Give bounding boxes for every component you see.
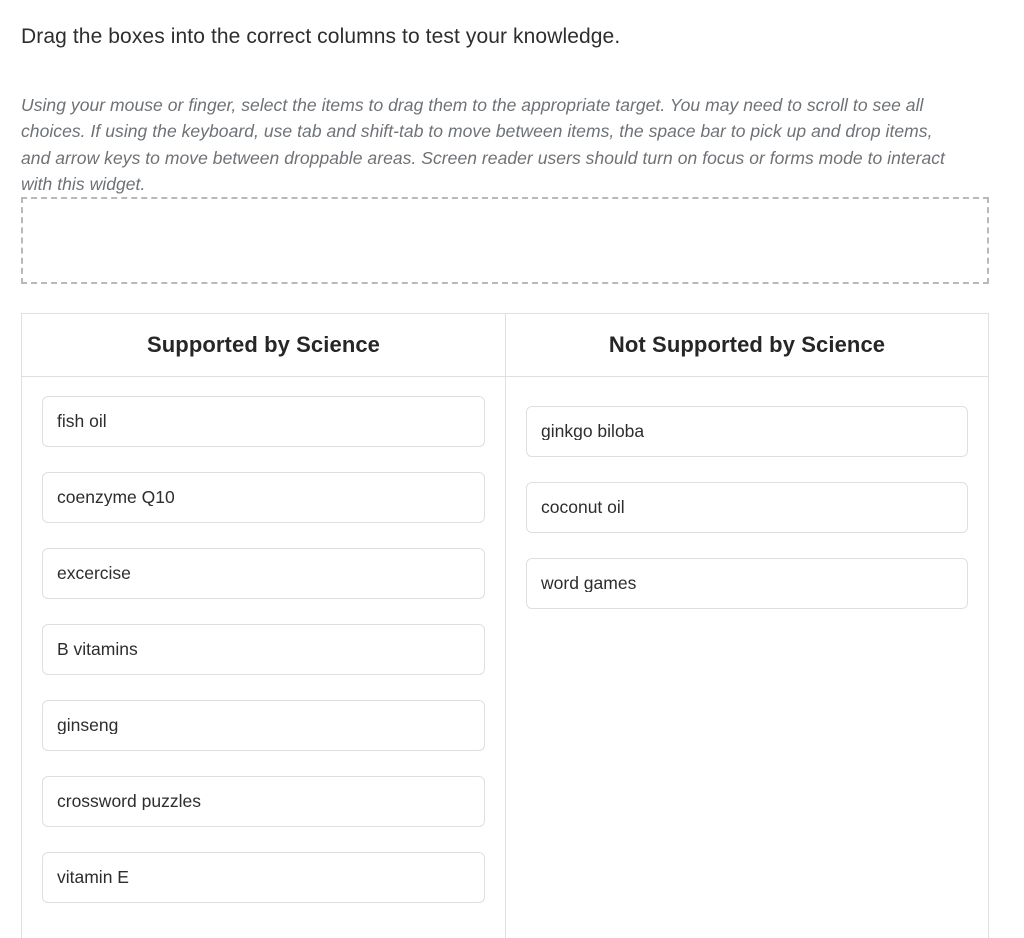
drag-item-label: coconut oil (541, 498, 625, 517)
dropzone-supported-by-science[interactable]: fish oil coenzyme Q10 excercise B vitamins g… (22, 377, 505, 938)
accessibility-instructions: Using your mouse or finger, select the i… (21, 94, 945, 195)
drag-item[interactable]: vitamin E (42, 852, 485, 903)
drag-item-label: ginkgo biloba (541, 422, 645, 441)
drag-source-dropzone[interactable] (21, 197, 989, 284)
drag-item-label: B vitamins (57, 640, 138, 659)
drag-item-label: coenzyme Q10 (57, 488, 175, 507)
drag-item[interactable]: excercise (42, 548, 485, 599)
column-header-not-supported: Not Supported by Science (506, 314, 988, 377)
drag-item[interactable]: ginkgo biloba (526, 406, 968, 457)
dropzone-not-supported-by-science[interactable]: ginkgo biloba coconut oil word games (506, 377, 988, 938)
drag-item[interactable]: ginseng (42, 700, 485, 751)
drag-item-label: vitamin E (57, 868, 129, 887)
drag-item[interactable]: coconut oil (526, 482, 968, 533)
drag-item[interactable]: fish oil (42, 396, 485, 447)
drag-item-label: ginseng (57, 716, 119, 735)
drag-item-label: crossword puzzles (57, 792, 201, 811)
drag-item[interactable]: crossword puzzles (42, 776, 485, 827)
drag-drop-widget: Drag the boxes into the correct columns … (0, 0, 1024, 938)
drag-item[interactable]: word games (526, 558, 968, 609)
drop-columns-table: Supported by Science fish oil coenzyme Q1… (21, 313, 989, 938)
drag-item-label: word games (541, 574, 637, 593)
drag-item-label: excercise (57, 564, 131, 583)
column-supported-by-science: Supported by Science fish oil coenzyme Q1… (22, 314, 505, 938)
drag-item-label: fish oil (57, 412, 107, 431)
column-not-supported-by-science: Not Supported by Science ginkgo biloba co… (505, 314, 988, 938)
page-title: Drag the boxes into the correct columns … (21, 25, 621, 49)
drag-item[interactable]: B vitamins (42, 624, 485, 675)
drag-item[interactable]: coenzyme Q10 (42, 472, 485, 523)
column-header-supported: Supported by Science (22, 314, 505, 377)
